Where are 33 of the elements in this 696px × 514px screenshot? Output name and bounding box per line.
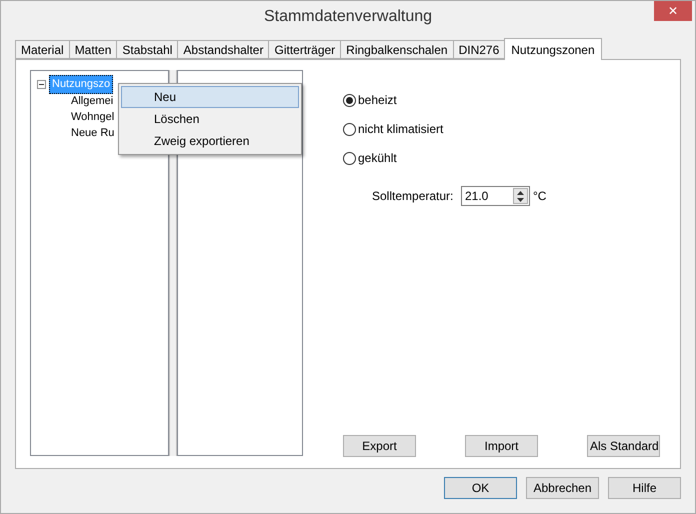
tab[interactable]: Ringbalkenschalen [340,40,454,59]
tab[interactable]: Nutzungszonen [504,38,602,60]
tree-item[interactable]: Allgemei [71,93,114,110]
action-button[interactable]: Import [465,435,538,457]
tab[interactable]: Stabstahl [116,40,178,59]
collapse-icon[interactable] [37,80,46,89]
radio-button[interactable] [343,94,356,106]
action-button[interactable]: Als Standard [587,435,660,457]
window-title: Stammdatenverwaltung [264,7,432,27]
number-spinner[interactable]: 21.0 [461,186,530,206]
tab[interactable]: Gitterträger [268,40,342,59]
radio-button[interactable] [343,152,356,164]
tab[interactable]: Abstandshalter [177,40,270,59]
dialog-button[interactable]: Hilfe [608,477,681,499]
tab[interactable]: Material [15,40,70,59]
menu-item[interactable]: Zweig exportieren [121,130,299,152]
menu-item[interactable]: Neu [121,86,299,108]
close-button[interactable]: ✕ [654,1,692,21]
tree-item[interactable]: Neue Ru [71,125,114,142]
spinner-arrows-icon[interactable] [513,188,528,204]
radio-label: beheizt [358,92,397,109]
menu-item[interactable]: Löschen [121,108,299,130]
radio-button[interactable] [343,122,356,136]
dialog-button[interactable]: Abbrechen [526,477,599,499]
tab[interactable]: Matten [68,40,118,59]
action-button[interactable]: Export [343,435,416,457]
radio-label: gekühlt [358,150,397,167]
dialog-button[interactable]: OK [444,477,517,499]
unit-label: °C [533,188,546,205]
tab[interactable]: DIN276 [452,40,506,59]
radio-label: nicht klimatisiert [358,121,444,138]
field-label: Solltemperatur: [372,188,454,205]
tree-item[interactable]: Wohngel [71,109,114,126]
